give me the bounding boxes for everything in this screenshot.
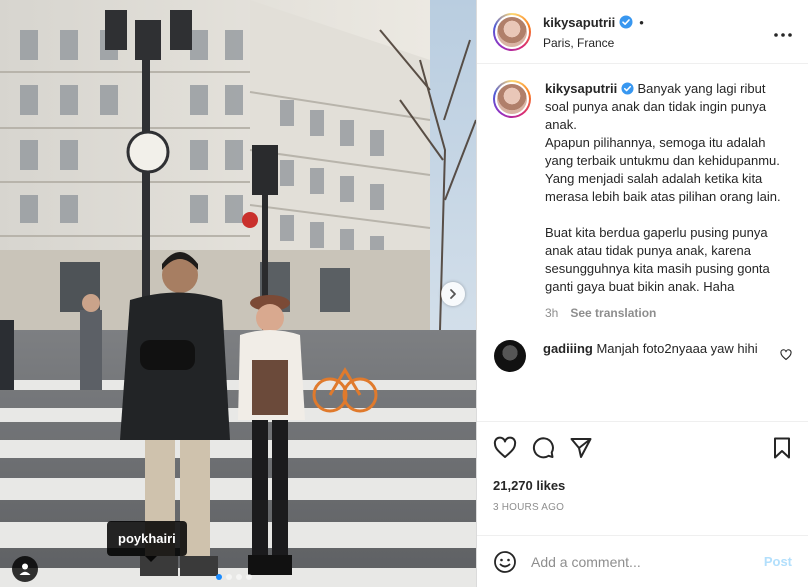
caption: kikysaputrii Banyak yang lagi ribut soal… xyxy=(493,80,792,322)
tagged-users-button[interactable] xyxy=(12,556,38,582)
post-details-panel: kikysaputrii • Paris, France kikysaputri… xyxy=(476,0,808,587)
more-options-button[interactable] xyxy=(774,24,792,42)
post-actions-bar xyxy=(477,422,808,474)
carousel-dot xyxy=(226,574,232,580)
verified-badge-icon xyxy=(621,82,634,95)
user-tag-icon xyxy=(19,563,31,575)
author-username[interactable]: kikysaputrii xyxy=(543,15,615,30)
caption-username[interactable]: kikysaputrii xyxy=(545,81,617,96)
caption-author-avatar[interactable] xyxy=(493,80,531,118)
commenter-username[interactable]: gadiiing xyxy=(543,341,593,356)
author-avatar[interactable] xyxy=(493,12,531,51)
bookmark-icon xyxy=(774,437,790,459)
emoji-button[interactable] xyxy=(493,550,517,574)
post-photo[interactable]: poykhairi xyxy=(0,0,476,587)
post-header: kikysaputrii • Paris, France xyxy=(477,0,808,64)
carousel-dot xyxy=(216,574,222,580)
chevron-right-icon xyxy=(450,289,456,299)
author-username-row: kikysaputrii • xyxy=(543,15,644,30)
post-timestamp[interactable]: 3 HOURS AGO xyxy=(477,502,808,513)
caption-text: kikysaputrii Banyak yang lagi ribut soal… xyxy=(545,80,792,322)
like-comment-button[interactable] xyxy=(780,348,792,366)
post-location[interactable]: Paris, France xyxy=(543,36,644,50)
share-button[interactable] xyxy=(569,436,593,460)
carousel-indicator xyxy=(216,574,252,580)
carousel-dot xyxy=(246,574,252,580)
heart-icon xyxy=(493,436,517,458)
next-photo-button[interactable] xyxy=(441,282,465,306)
verified-badge-icon xyxy=(619,15,633,29)
more-options-icon xyxy=(774,33,792,37)
commenter-avatar[interactable] xyxy=(494,340,526,372)
like-count[interactable]: 21,270 likes xyxy=(477,478,808,493)
header-separator: • xyxy=(639,14,644,30)
share-icon xyxy=(570,438,592,458)
comment-item: gadiiing Manjah foto2nyaaa yaw hihi xyxy=(493,340,792,372)
see-translation-link[interactable]: See translation xyxy=(570,304,656,322)
comments-section[interactable]: kikysaputrii Banyak yang lagi ribut soal… xyxy=(477,64,808,422)
comment-composer: Post xyxy=(477,535,808,587)
heart-icon xyxy=(780,349,792,361)
emoji-icon xyxy=(494,550,516,573)
save-button[interactable] xyxy=(770,436,794,460)
comment-button[interactable] xyxy=(531,436,555,460)
street-scene-image xyxy=(0,0,476,587)
comment-text: Manjah foto2nyaaa yaw hihi xyxy=(596,341,758,356)
post-comment-button[interactable]: Post xyxy=(764,554,792,569)
carousel-dot xyxy=(236,574,242,580)
caption-age: 3h xyxy=(545,306,559,320)
comment-icon xyxy=(532,437,554,459)
add-comment-input[interactable] xyxy=(531,553,764,570)
user-tag-bubble[interactable]: poykhairi xyxy=(107,521,187,562)
caption-paragraph: Apapun pilihannya, semoga itu adalah yan… xyxy=(545,135,781,204)
caption-paragraph: Buat kita berdua gaperlu pusing punya an… xyxy=(545,225,770,294)
like-button[interactable] xyxy=(493,436,517,460)
